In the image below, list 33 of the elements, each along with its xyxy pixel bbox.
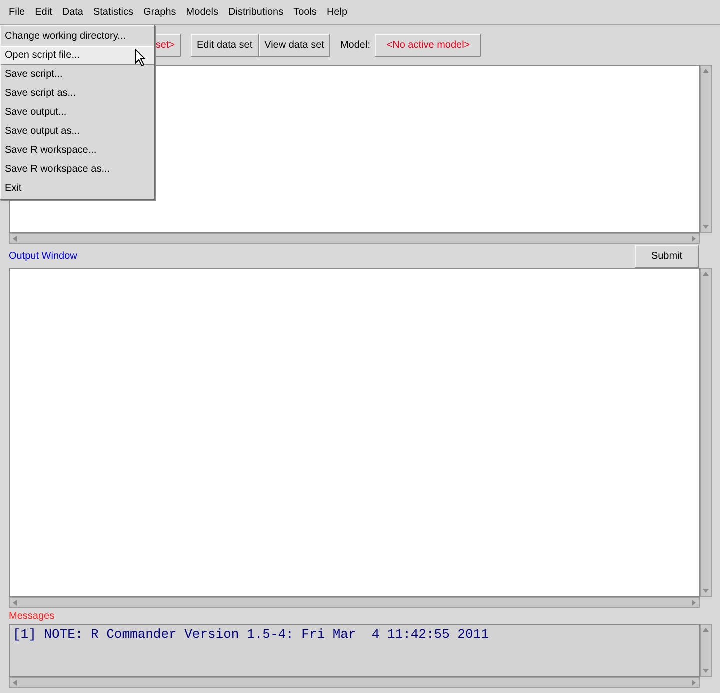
submit-button[interactable]: Submit [635, 244, 699, 268]
vertical-scrollbar[interactable] [700, 65, 712, 233]
vertical-scrollbar[interactable] [700, 624, 712, 677]
menu-item[interactable]: Graphs [138, 6, 182, 18]
horizontal-scrollbar[interactable] [9, 677, 700, 688]
menu-item[interactable]: File [4, 6, 30, 18]
messages-title: Messages [9, 610, 55, 622]
menu-entry[interactable]: Save R workspace as... [1, 160, 154, 179]
menu-entry[interactable]: Save R workspace... [1, 141, 154, 160]
menu-entry[interactable]: Open script file... [1, 46, 154, 65]
menu-item[interactable]: Edit [30, 6, 58, 18]
output-window-title: Output Window [9, 250, 78, 262]
horizontal-scrollbar[interactable] [9, 597, 700, 608]
menu-entry[interactable]: Save output as... [1, 122, 154, 141]
model-label: Model: [340, 40, 370, 50]
message-line: [1] NOTE: R Commander Version 1.5-4: Fri Mar 4 11:42:55 2011 [13, 627, 490, 642]
edit-data-set-button[interactable]: Edit data set [191, 34, 259, 56]
horizontal-scrollbar[interactable] [9, 233, 700, 244]
vertical-scrollbar[interactable] [700, 268, 712, 597]
messages-area[interactable]: [1] NOTE: R Commander Version 1.5-4: Fri Mar 4 11:42:55 2011 [9, 624, 700, 677]
menu-item[interactable]: Help [322, 6, 353, 18]
menu-entry[interactable]: Save output... [1, 103, 154, 122]
menu-entry[interactable]: Change working directory... [1, 27, 154, 46]
menu-entry[interactable]: Save script... [1, 65, 154, 84]
view-data-set-button[interactable]: View data set [258, 34, 330, 56]
menu-entry[interactable]: Save script as... [1, 84, 154, 103]
menu-item[interactable]: Models [181, 6, 224, 18]
menu-item[interactable]: Distributions [224, 6, 289, 18]
menu-item[interactable]: Tools [288, 6, 322, 18]
menu-item[interactable]: Data [57, 6, 88, 18]
mouse-cursor-icon [135, 49, 147, 67]
menu-item[interactable]: Statistics [88, 6, 138, 18]
menu-entry[interactable]: Exit [1, 179, 154, 198]
